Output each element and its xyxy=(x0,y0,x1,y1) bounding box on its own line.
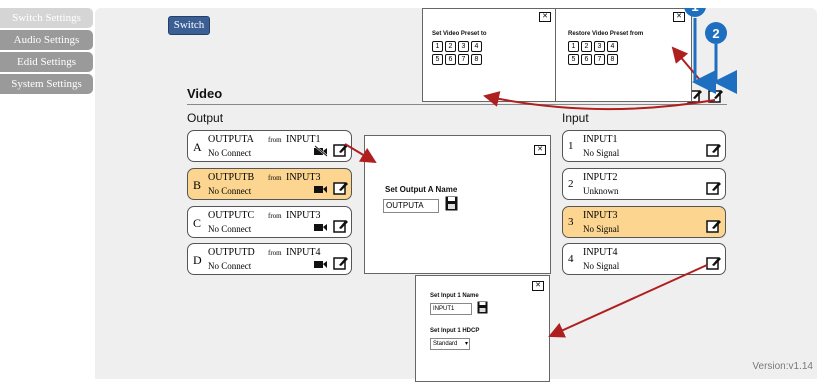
sidebar-item-system-settings[interactable]: System Settings xyxy=(0,74,93,94)
arrow-to-output-name xyxy=(344,143,377,164)
arrow-to-restore-preset xyxy=(671,46,706,87)
sidebar: Switch Settings Audio Settings Edid Sett… xyxy=(0,8,93,96)
main-panel: Switch Video Output Input A OUTPUTA from… xyxy=(95,8,817,382)
callout-1-number: 1 xyxy=(691,8,698,14)
sidebar-item-switch-settings[interactable]: Switch Settings xyxy=(0,8,93,28)
arrow-to-input-popup xyxy=(548,264,708,338)
sidebar-item-audio-settings[interactable]: Audio Settings xyxy=(0,30,93,50)
callout-2-number: 2 xyxy=(712,26,719,41)
arrow-to-set-preset xyxy=(483,91,716,111)
sidebar-item-edid-settings[interactable]: Edid Settings xyxy=(0,52,93,72)
annotation-arrows: 1 2 xyxy=(344,8,737,338)
